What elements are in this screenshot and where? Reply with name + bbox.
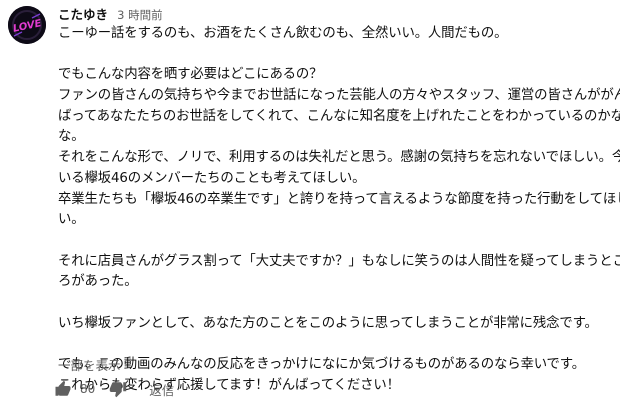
comment-text-line: ファンの皆さんの気持ちや今までお世話になった芸能人の方々やスタッフ、運営の皆さん… <box>58 88 620 104</box>
comment-text-line: こーゆー話をするのも、お酒をたくさん飲むのも、全然いい。人間だもの。 <box>58 26 508 41</box>
reply-button[interactable]: 返信 <box>149 380 174 399</box>
comment-text-line: 卒業生たちも「欅坂46の卒業生です」と誇りを持って言えるような節度を持った行動を… <box>58 191 620 207</box>
comment-text-line: それに店員さんがグラス割って「大丈夫ですか？」もなしに笑うのは人間性を疑ってしま… <box>58 253 620 269</box>
avatar[interactable]: LOVE <box>8 6 46 44</box>
comment-text-line: な。 <box>58 129 85 145</box>
author-name[interactable]: こたゆき <box>58 7 108 22</box>
comment-actions: 80 返信 <box>54 378 174 400</box>
comment-timestamp[interactable]: 3 時間前 <box>117 8 162 22</box>
comment-header: こたゆき 3 時間前 <box>58 4 163 22</box>
show-less-button[interactable]: 一部を表示 <box>58 355 121 374</box>
comment-text-line: ばってあなたたちのお世話をしてくれて、こんなに知名度を上げれたことをわかっている… <box>58 108 620 124</box>
comment-blank-line <box>58 45 608 66</box>
thumbs-down-icon <box>110 382 127 398</box>
like-button[interactable] <box>54 380 72 398</box>
comment-text-line: ろがあった。 <box>58 274 138 290</box>
comment-text-line: いち欅坂ファンとして、あなた方のことをこのように思ってしまうことが非常に残念です… <box>58 315 598 331</box>
avatar-image: LOVE <box>8 6 46 44</box>
comment-text: こーゆー話をするのも、お酒をたくさん飲むのも、全然いい。人間だもの。 でもこんな内… <box>58 24 620 396</box>
comment-text-line: いる欅坂46のメンバーたちのことも考えてほしい。 <box>58 170 366 186</box>
dislike-button[interactable] <box>109 380 127 398</box>
like-count: 80 <box>80 382 96 396</box>
comment-text-line: い。 <box>58 212 85 228</box>
comment-text-line: でも、この動画のみんなの反応をきっかけになにか気づけるものがあるのなら幸いです。 <box>58 357 585 372</box>
comment-text-line: でもこんな内容を晒す必要はどこにあるの？ <box>58 67 323 83</box>
thumbs-up-icon <box>55 380 71 396</box>
comment-text-line: それをこんな形で、ノリで、利用するのは失礼だと思う。感謝の気持ちを忘れないでほし… <box>58 150 620 166</box>
comment-blank-line <box>58 293 608 314</box>
comment-blank-line <box>58 334 608 355</box>
comment-thread: LOVE こたゆき 3 時間前 こーゆー話をするのも、お酒をたくさん飲むのも、全… <box>0 0 620 406</box>
comment-blank-line <box>58 231 608 252</box>
